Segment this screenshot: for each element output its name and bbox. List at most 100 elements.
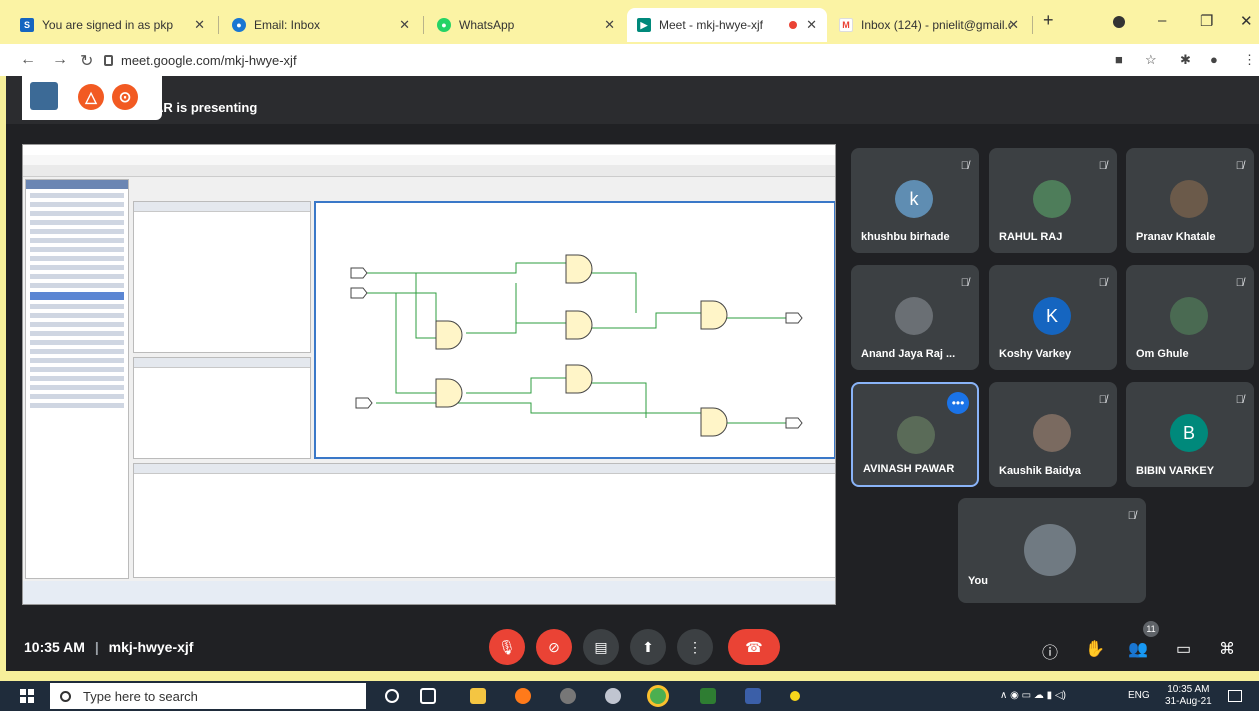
end-call-button[interactable]: ☎ — [728, 629, 780, 665]
profile-record-icon[interactable] — [1113, 16, 1125, 28]
participant-tile[interactable]: 🎙̸ Kaushik Baidya — [989, 382, 1117, 487]
url-text: meet.google.com/mkj-hwye-xjf — [121, 52, 297, 68]
participant-name: BIBIN VARKEY — [1136, 465, 1215, 477]
participant-tile[interactable]: 🎙̸ K Koshy Varkey — [989, 265, 1117, 370]
task-view-icon[interactable] — [420, 688, 436, 704]
notifications-icon[interactable] — [1228, 690, 1242, 702]
participant-tile[interactable]: 🎙̸ Anand Jaya Raj ... — [851, 265, 979, 370]
minimize-icon[interactable]: – — [1158, 12, 1166, 29]
tab-close-icon[interactable]: ✕ — [806, 17, 817, 33]
activities-icon[interactable]: ⌘ — [1219, 639, 1235, 659]
mic-toggle-button[interactable]: 🎙 — [489, 629, 525, 665]
meeting-info-icon[interactable]: ⓘ — [1042, 639, 1058, 663]
tab-gmail-inbox[interactable]: M Inbox (124) - pnielit@gmail.c ✕ — [829, 8, 1029, 42]
reload-icon[interactable]: ↻ — [80, 51, 93, 71]
more-options-icon[interactable]: ••• — [947, 392, 969, 414]
restore-icon[interactable]: ❐ — [1200, 12, 1213, 30]
avatar: k — [895, 180, 933, 218]
language-indicator[interactable]: ENG — [1128, 690, 1150, 701]
app-icon[interactable] — [700, 688, 716, 704]
logo-overlay: △ ⊙ — [22, 76, 162, 120]
participant-name: Koshy Varkey — [999, 348, 1072, 360]
raise-hand-icon[interactable]: ✋ — [1085, 639, 1105, 659]
meet-bottom-bar: 10:35 AM | mkj-hwye-xjf 🎙 ⊘ ▤ ⬆ ⋮ ☎ ⓘ ✋ … — [6, 621, 1259, 671]
presenting-text: AR is presenting — [154, 100, 258, 115]
avatar: K — [1033, 297, 1071, 335]
app-icon[interactable] — [745, 688, 761, 704]
presenter-logo-icon — [30, 82, 58, 110]
account-icon[interactable]: ● — [1210, 52, 1218, 67]
avatar — [1024, 524, 1076, 576]
browser-tabstrip: S You are signed in as pkp ✕ ● Email: In… — [0, 0, 1259, 44]
windows-taskbar: Type here to search ∧ ◉ ▭ ☁ ▮ ◁) ENG 10:… — [0, 681, 1259, 711]
taskbar-clock[interactable]: 10:35 AM 31-Aug-21 — [1165, 684, 1212, 708]
mic-off-icon: 🎙̸ — [960, 160, 969, 172]
menu-icon[interactable]: ⋮ — [1243, 52, 1256, 68]
logo-circle-icon: △ — [78, 84, 104, 110]
app-icon[interactable] — [605, 688, 621, 704]
tab-close-icon[interactable]: ✕ — [604, 17, 615, 33]
app-icon[interactable] — [560, 688, 576, 704]
tab-title: Inbox (124) - pnielit@gmail.c — [861, 18, 1011, 32]
tab-divider — [218, 16, 219, 34]
avatar — [1170, 180, 1208, 218]
tab-close-icon[interactable]: ✕ — [399, 17, 410, 33]
captions-button[interactable]: ▤ — [583, 629, 619, 665]
tab-whatsapp[interactable]: ● WhatsApp ✕ — [427, 8, 625, 42]
people-icon[interactable]: 👥 — [1128, 639, 1148, 659]
participant-tile[interactable]: 🎙̸ RAHUL RAJ — [989, 148, 1117, 253]
participant-name: You — [968, 575, 988, 587]
tab-signed-in[interactable]: S You are signed in as pkp ✕ — [10, 8, 215, 42]
participant-tile[interactable]: 🎙̸ Om Ghule — [1126, 265, 1254, 370]
mic-off-icon: 🎙̸ — [960, 277, 969, 289]
participant-tile-pinned[interactable]: ••• AVINASH PAWAR — [851, 382, 979, 487]
back-icon[interactable]: ← — [20, 51, 36, 69]
avatar — [1033, 180, 1071, 218]
tab-title: WhatsApp — [459, 18, 515, 32]
search-icon — [60, 690, 71, 702]
chrome-icon[interactable] — [650, 688, 666, 704]
participant-tile[interactable]: 🎙̸ Pranav Khatale — [1126, 148, 1254, 253]
start-button[interactable] — [20, 689, 34, 703]
present-button[interactable]: ⬆ — [630, 629, 666, 665]
forward-icon[interactable]: → — [52, 51, 68, 69]
firefox-icon[interactable] — [515, 688, 531, 704]
new-tab-button[interactable]: + — [1043, 10, 1054, 31]
tab-email-inbox[interactable]: ● Email: Inbox ✕ — [222, 8, 420, 42]
mic-off-icon: 🎙̸ — [1127, 510, 1136, 522]
mic-off-icon: 🎙̸ — [1235, 277, 1244, 289]
tab-meet[interactable]: ▶ Meet - mkj-hwye-xjf ✕ — [627, 8, 827, 42]
mic-off-icon: 🎙̸ — [1235, 394, 1244, 406]
camera-icon[interactable]: ■ — [1115, 52, 1123, 67]
schematic-pane — [314, 201, 835, 459]
meeting-code: mkj-hwye-xjf — [108, 639, 194, 655]
close-window-icon[interactable]: ✕ — [1240, 12, 1253, 30]
tray-icons[interactable]: ∧ ◉ ▭ ☁ ▮ ◁) — [1000, 690, 1066, 701]
lock-icon — [104, 54, 113, 66]
taskbar-search[interactable]: Type here to search — [50, 683, 366, 709]
tab-close-icon[interactable]: ✕ — [194, 17, 205, 33]
tab-favicon: M — [839, 18, 853, 32]
camera-toggle-button[interactable]: ⊘ — [536, 629, 572, 665]
mic-off-icon: 🎙̸ — [1098, 277, 1107, 289]
url-field[interactable]: meet.google.com/mkj-hwye-xjf — [104, 48, 1104, 72]
file-explorer-icon[interactable] — [470, 688, 486, 704]
participant-tile[interactable]: 🎙̸ B BIBIN VARKEY — [1126, 382, 1254, 487]
avatar — [895, 297, 933, 335]
self-tile[interactable]: 🎙̸ You — [958, 498, 1146, 603]
meet-window: AR is presenting △ ⊙ 🎙̸ k khushbu birhad… — [6, 76, 1259, 671]
design-runs-pane — [133, 463, 835, 578]
tab-favicon: ● — [437, 18, 451, 32]
bookmark-star-icon[interactable]: ☆ — [1145, 52, 1157, 68]
participant-tile[interactable]: 🎙̸ k khushbu birhade — [851, 148, 979, 253]
more-options-button[interactable]: ⋮ — [677, 629, 713, 665]
app-icon[interactable] — [790, 691, 800, 701]
people-count-badge: 11 — [1143, 621, 1159, 637]
tab-title: You are signed in as pkp — [42, 18, 173, 32]
chat-icon[interactable]: ▭ — [1176, 639, 1191, 659]
recording-dot-icon — [789, 21, 797, 29]
flow-navigator — [25, 179, 129, 579]
extensions-icon[interactable]: ✱ — [1180, 52, 1191, 68]
tab-close-icon[interactable]: ✕ — [1008, 17, 1019, 33]
cortana-icon[interactable] — [385, 689, 399, 703]
